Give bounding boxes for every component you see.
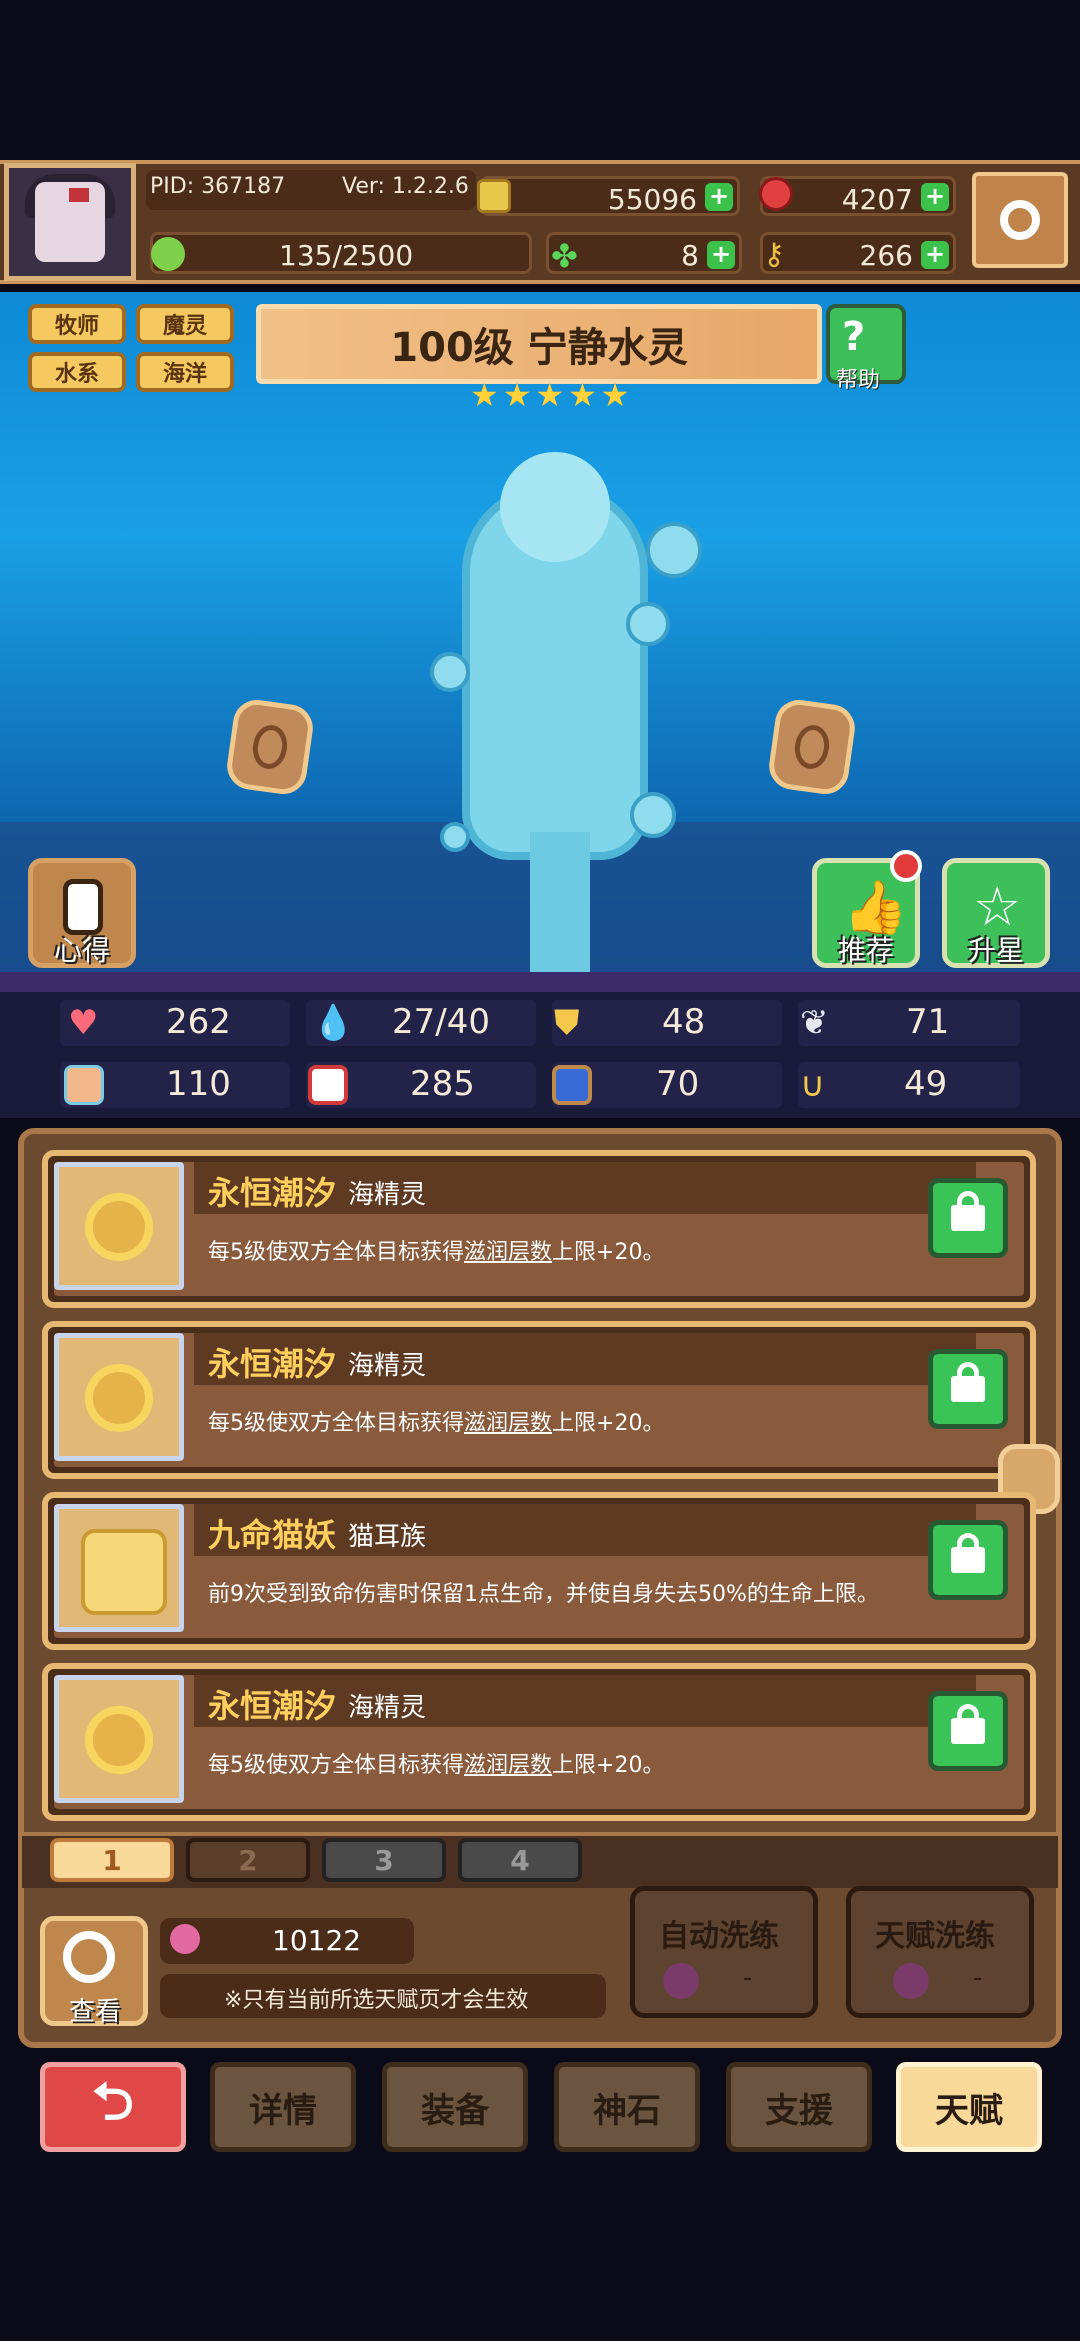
keyword-link[interactable]: 滋润层数 [464, 1240, 552, 1265]
hero-star-rating: ★ ★ ★ ★ ★ [470, 376, 629, 414]
notes-button[interactable]: 心得 [28, 858, 136, 968]
star-icon: ★ [535, 376, 565, 414]
star-icon: ★ [470, 376, 499, 414]
page-tab-1[interactable]: 1 [50, 1838, 174, 1882]
stat-speed: ❦ 71 [798, 1000, 1020, 1046]
fist-icon [64, 1065, 104, 1105]
stat-ladder: 70 [552, 1062, 782, 1108]
tag-priest: 牧师 [28, 304, 126, 344]
hero-title: 100级 宁静水灵 [256, 304, 822, 384]
key-icon: ⚷ [763, 237, 785, 272]
tag-ocean: 海洋 [136, 352, 234, 392]
add-key-button[interactable]: + [921, 241, 949, 269]
stat-magnet: ∪ 49 [798, 1062, 1020, 1108]
stat-magic: 285 [306, 1062, 536, 1108]
stat-mana: 💧 27/40 [306, 1000, 536, 1046]
star-icon: ★ [568, 376, 597, 414]
book-icon [308, 1065, 348, 1105]
question-icon: ? [842, 314, 866, 360]
upstar-button[interactable]: ☆ 升星 [942, 858, 1050, 968]
add-gem-button[interactable]: + [921, 183, 949, 211]
energy-icon [151, 237, 185, 271]
page-tab-4[interactable]: 4 [458, 1838, 582, 1882]
magnet-icon: ∪ [800, 1065, 825, 1105]
star-icon: ★ [600, 376, 630, 414]
game-version: Ver: 1.2.2.6 [342, 174, 469, 199]
gem-counter: 4207 + [759, 176, 956, 216]
cat-face-icon [54, 1504, 184, 1632]
back-button[interactable]: ⮌ [40, 2062, 186, 2152]
talent-slot-3[interactable]: 九命猫妖 猫耳族 前9次受到致命伤害时保留1点生命，并使自身失去50%的生命上限… [42, 1492, 1036, 1650]
talent-slot-1[interactable]: 永恒潮汐 海精灵 每5级使双方全体目标获得滋润层数上限+20。 [42, 1150, 1036, 1308]
next-hero-arrow[interactable] [766, 696, 858, 798]
talent-description: 每5级使双方全体目标获得滋润层数上限+20。 [208, 1753, 665, 1778]
settings-button[interactable] [972, 172, 1068, 268]
nav-details[interactable]: 详情 [210, 2062, 356, 2152]
talent-slot-2[interactable]: 永恒潮汐 海精灵 每5级使双方全体目标获得滋润层数上限+20。 [42, 1321, 1036, 1479]
talent-description: 每5级使双方全体目标获得滋润层数上限+20。 [208, 1411, 665, 1436]
lock-button[interactable] [928, 1349, 1008, 1429]
berry-icon [893, 1963, 929, 1999]
gold-counter: 55096 + [477, 176, 740, 216]
magnifier-icon [63, 1931, 115, 1983]
tag-demon-spirit: 魔灵 [136, 304, 234, 344]
star-icon: ★ [502, 376, 532, 414]
keyword-link[interactable]: 滋润层数 [464, 1411, 552, 1436]
page-tab-2[interactable]: 2 [186, 1838, 310, 1882]
red-gem-icon [759, 177, 793, 211]
return-arrow-icon: ⮌ [92, 2071, 134, 2132]
add-gold-button[interactable]: + [705, 183, 733, 211]
nav-talent[interactable]: 天赋 [896, 2062, 1042, 2152]
berry-icon [170, 1924, 200, 1954]
player-avatar[interactable] [4, 163, 136, 281]
tag-water: 水系 [28, 352, 126, 392]
shield-icon: ⛊ [554, 1003, 580, 1043]
refine-currency: 10122 [160, 1918, 414, 1964]
water-spirit-character[interactable] [400, 452, 702, 972]
energy-bar: 135/2500 [150, 232, 532, 274]
keyword-link[interactable]: 滋润层数 [464, 1753, 552, 1778]
water-drop-icon: 💧 [312, 1003, 355, 1043]
page-tab-3[interactable]: 3 [322, 1838, 446, 1882]
heart-icon: ♥ [68, 1003, 99, 1043]
clover-icon: ✤ [551, 237, 578, 275]
berry-icon [663, 1963, 699, 1999]
talent-description: 每5级使双方全体目标获得滋润层数上限+20。 [208, 1240, 665, 1265]
tide-emblem-icon [54, 1162, 184, 1290]
player-id: PID: 367187 [150, 174, 286, 199]
scroll-icon [63, 879, 103, 935]
wing-icon: ❦ [800, 1003, 829, 1043]
auto-refine-button[interactable]: 自动洗练 - [630, 1886, 818, 2018]
talent-description: 前9次受到致命伤害时保留1点生命，并使自身失去50%的生命上限。 [208, 1582, 879, 1607]
tide-emblem-icon [54, 1333, 184, 1461]
hero-stats: ♥ 262 💧 27/40 ⛊ 48 ❦ 71 110 285 70 ∪ 49 [0, 992, 1080, 1118]
notification-dot [890, 850, 922, 882]
lock-button[interactable] [928, 1691, 1008, 1771]
nav-support[interactable]: 支援 [726, 2062, 872, 2152]
stat-attack: 110 [60, 1062, 290, 1108]
lock-button[interactable] [928, 1178, 1008, 1258]
tide-emblem-icon [54, 1675, 184, 1803]
stat-defense: ⛊ 48 [552, 1000, 782, 1046]
lock-button[interactable] [928, 1520, 1008, 1600]
talent-refine-button[interactable]: 天赋洗练 - [846, 1886, 1034, 2018]
add-clover-button[interactable]: + [707, 241, 735, 269]
gold-coin-icon [477, 179, 511, 213]
nav-equipment[interactable]: 装备 [382, 2062, 528, 2152]
page-note: ※只有当前所选天赋页才会生效 [224, 1988, 529, 2013]
help-button[interactable]: ? 帮助 [826, 304, 906, 393]
gear-icon [1000, 200, 1040, 240]
stat-hp: ♥ 262 [60, 1000, 290, 1046]
game-screen: { "header": { "pid": "PID: 367187", "ver… [0, 0, 1080, 2341]
view-button[interactable]: 查看 [40, 1916, 148, 2027]
nav-godstone[interactable]: 神石 [554, 2062, 700, 2152]
talent-slot-4[interactable]: 永恒潮汐 海精灵 每5级使双方全体目标获得滋润层数上限+20。 [42, 1663, 1036, 1821]
key-counter: ⚷ 266 + [760, 232, 956, 274]
stairs-icon [552, 1065, 592, 1105]
prev-hero-arrow[interactable] [224, 696, 316, 798]
clover-counter: ✤ 8 + [546, 232, 742, 275]
